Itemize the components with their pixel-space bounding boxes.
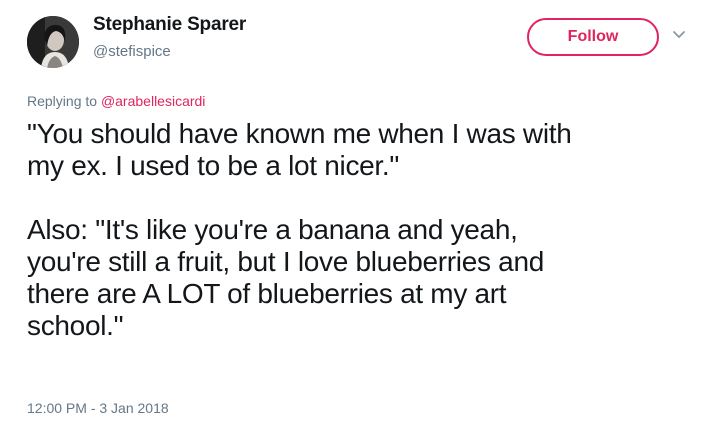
reply-prefix: Replying to: [27, 93, 101, 109]
avatar[interactable]: [27, 16, 79, 68]
avatar-photo: [27, 16, 79, 68]
tweet-timestamp[interactable]: 12:00 PM - 3 Jan 2018: [27, 400, 169, 416]
tweet-text: "You should have known me when I was wit…: [27, 118, 707, 342]
follow-button[interactable]: Follow: [527, 18, 659, 56]
tweet-paragraph: "You should have known me when I was wit…: [27, 118, 572, 181]
author-handle[interactable]: @stefispice: [93, 43, 171, 60]
reply-mention-link[interactable]: @arabellesicardi: [101, 93, 205, 109]
reply-context: Replying to @arabellesicardi: [27, 93, 205, 109]
tweet-card: Stephanie Sparer @stefispice Follow Repl…: [0, 0, 728, 431]
tweet-paragraph: Also: "It's like you're a banana and yea…: [27, 214, 544, 341]
author-display-name[interactable]: Stephanie Sparer: [93, 14, 246, 36]
chevron-down-icon[interactable]: [672, 30, 686, 40]
